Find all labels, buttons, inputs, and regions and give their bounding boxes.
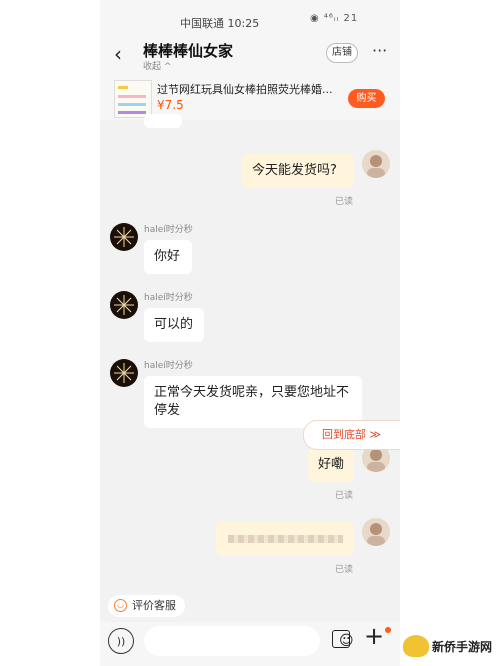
my-avatar xyxy=(362,150,390,178)
notification-dot xyxy=(385,627,391,633)
message-bubble: 你好 xyxy=(144,240,192,274)
product-price: ¥7.5 xyxy=(157,98,184,112)
input-bar: )) ☺ + xyxy=(100,622,400,666)
my-avatar xyxy=(362,518,390,546)
rate-service-button[interactable]: ◡ 评价客服 xyxy=(108,595,185,617)
sender-name: haleí时分秒 xyxy=(144,293,193,303)
rate-service-label: 评价客服 xyxy=(132,599,176,612)
chevron-left-icon[interactable]: ‹ xyxy=(114,42,122,66)
seller-avatar xyxy=(110,291,138,319)
store-button[interactable]: 店铺 xyxy=(326,43,358,63)
message-list[interactable]: 今天能发货吗? 已读 haleí时分秒 你好 haleí时分秒 可以的 hale… xyxy=(100,114,400,590)
watermark-logo-icon xyxy=(403,635,429,657)
seller-avatar xyxy=(110,359,138,387)
read-status: 已读 xyxy=(335,565,354,575)
chat-header: ‹ 棒棒棒仙女家 收起 ^ 店铺 ··· xyxy=(100,38,400,78)
product-card[interactable]: 过节网红玩具仙女棒拍照荧光棒婚... ¥7.5 购买 xyxy=(100,78,400,120)
message-bubble: 今天能发货吗? xyxy=(242,154,354,188)
more-icon[interactable]: ··· xyxy=(372,41,387,60)
cut-off-bubble xyxy=(144,114,182,128)
sender-name: haleí时分秒 xyxy=(144,225,193,235)
product-title: 过节网红玩具仙女棒拍照荧光棒婚... xyxy=(157,83,333,96)
message-input[interactable]: ☺ xyxy=(144,626,354,656)
read-status: 已读 xyxy=(335,197,354,207)
collapse-toggle[interactable]: 收起 ^ xyxy=(143,59,171,72)
watermark: 新侨手游网 xyxy=(400,632,500,662)
voice-icon[interactable]: )) xyxy=(108,628,134,654)
shop-name: 棒棒棒仙女家 xyxy=(143,42,234,60)
sender-name: haleí时分秒 xyxy=(144,361,193,371)
smile-icon: ◡ xyxy=(114,599,127,612)
jump-to-bottom-button[interactable]: 回到底部 ≫ xyxy=(303,420,400,450)
buy-button[interactable]: 购买 xyxy=(348,89,385,108)
seller-avatar xyxy=(110,223,138,251)
message-bubble: 可以的 xyxy=(144,308,204,342)
status-bar: 中国联通 10:25 ◉ ⁴⁶ᵢₗ 21 xyxy=(100,0,400,38)
redacted-text xyxy=(228,535,343,543)
product-thumbnail xyxy=(114,80,152,118)
watermark-text: 新侨手游网 xyxy=(432,640,493,654)
message-bubble: 好嘞 xyxy=(308,448,354,482)
carrier-time: 中国联通 10:25 xyxy=(180,17,260,30)
status-indicators: ◉ ⁴⁶ᵢₗ 21 xyxy=(310,13,359,24)
chat-screen: 中国联通 10:25 ◉ ⁴⁶ᵢₗ 21 ‹ 棒棒棒仙女家 收起 ^ 店铺 ··… xyxy=(100,0,400,666)
shopping-bag-icon[interactable] xyxy=(332,630,350,648)
plus-icon[interactable]: + xyxy=(364,622,384,650)
blurred-message-bubble xyxy=(216,522,354,556)
read-status: 已读 xyxy=(335,491,354,501)
